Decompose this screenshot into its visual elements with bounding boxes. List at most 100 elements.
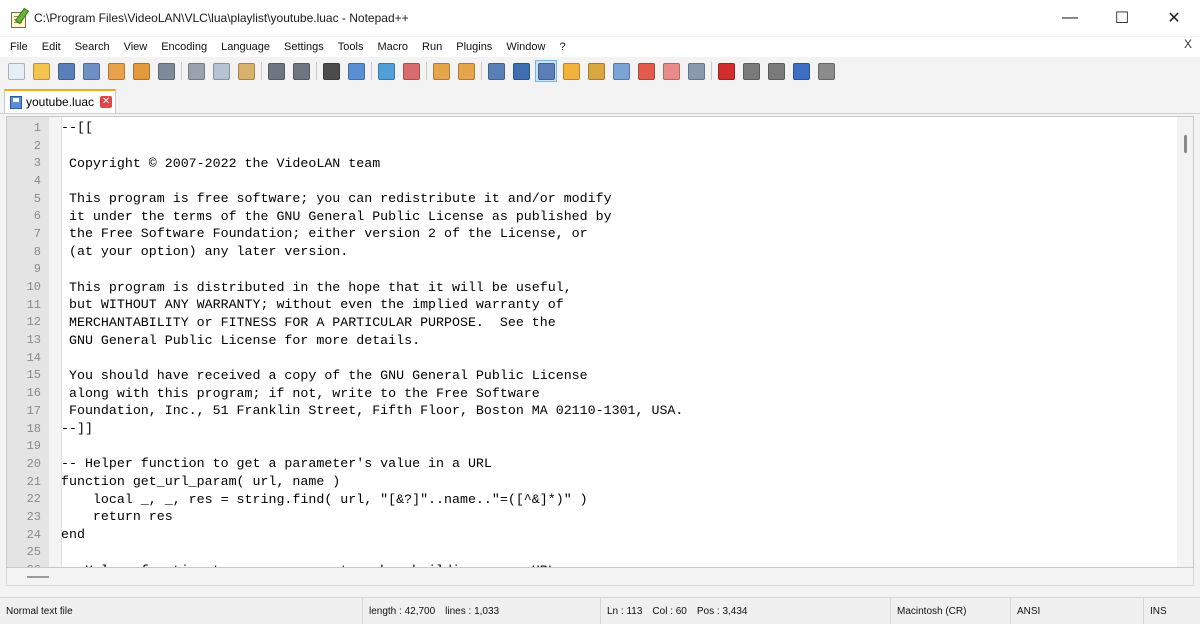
monitoring-button[interactable] [686, 61, 706, 81]
cut-button[interactable] [186, 61, 206, 81]
menu-file[interactable]: File [0, 41, 35, 53]
menu-encoding[interactable]: Encoding [151, 41, 214, 53]
undo-button[interactable] [266, 61, 286, 81]
code-line[interactable]: 11 but WITHOUT ANY WARRANTY; without eve… [7, 296, 1177, 314]
run-multiple-button[interactable] [791, 61, 811, 81]
code-line[interactable]: 26-- Helper function to copy a parameter… [7, 561, 1177, 567]
save-macro-button[interactable] [816, 61, 836, 81]
status-file-type: Normal text file [6, 605, 73, 617]
code-line[interactable]: 10 This program is distributed in the ho… [7, 278, 1177, 296]
doc-map-button[interactable] [586, 61, 606, 81]
copy-button[interactable] [211, 61, 231, 81]
menu-help[interactable]: ? [549, 41, 572, 53]
find-button[interactable] [321, 61, 341, 81]
replace-button[interactable] [346, 61, 366, 81]
code-text: return res [61, 509, 173, 525]
code-line[interactable]: 1 --[[ [7, 119, 1177, 137]
open-file-button[interactable] [31, 61, 51, 81]
folder-workspace-icon [662, 62, 680, 80]
line-number: 15 [26, 368, 41, 383]
menu-language[interactable]: Language [211, 41, 277, 53]
code-line[interactable]: 20 -- Helper function to get a parameter'… [7, 455, 1177, 473]
menu-macro[interactable]: Macro [367, 41, 415, 53]
save-button[interactable] [56, 61, 76, 81]
code-line[interactable]: 6 it under the terms of the GNU General … [7, 207, 1177, 225]
title-bar[interactable]: C:\Program Files\VideoLAN\VLC\lua\playli… [0, 0, 1200, 36]
redo-button[interactable] [291, 61, 311, 81]
zoom-in-button[interactable] [376, 61, 396, 81]
vertical-scrollbar[interactable] [1177, 117, 1193, 567]
sync-vertical-button[interactable] [431, 61, 451, 81]
code-line[interactable]: 12 MERCHANTABILITY or FITNESS FOR A PART… [7, 314, 1177, 332]
folder-workspace-button[interactable] [661, 61, 681, 81]
redo-icon [292, 62, 310, 80]
code-line[interactable]: 15 You should have received a copy of th… [7, 367, 1177, 385]
code-line[interactable]: 8 (at your option) any later version. [7, 243, 1177, 261]
zoom-out-button[interactable] [401, 61, 421, 81]
code-line[interactable]: 4 [7, 172, 1177, 190]
line-number: 23 [26, 509, 41, 524]
paste-button[interactable] [236, 61, 256, 81]
menu-tools[interactable]: Tools [328, 41, 371, 53]
code-line[interactable]: 25 [7, 544, 1177, 562]
code-line[interactable]: 18 --]] [7, 420, 1177, 438]
menu-run[interactable]: Run [412, 41, 449, 53]
indent-guide-button[interactable] [535, 60, 557, 82]
code-line[interactable]: 21 function get_url_param( url, name ) [7, 473, 1177, 491]
show-all-chars-button[interactable] [511, 61, 531, 81]
status-eol: Macintosh (CR) [890, 598, 1010, 624]
menu-plugins[interactable]: Plugins [446, 41, 499, 53]
run-multiple-icon [792, 62, 810, 80]
code-line[interactable]: 24 end [7, 526, 1177, 544]
line-number: 7 [33, 226, 41, 241]
word-wrap-button[interactable] [486, 61, 506, 81]
vertical-scroll-thumb[interactable] [1184, 135, 1187, 153]
playback-button[interactable] [766, 61, 786, 81]
stop-record-button[interactable] [741, 61, 761, 81]
code-line[interactable]: 16 along with this program; if not, writ… [7, 384, 1177, 402]
sync-horizontal-button[interactable] [456, 61, 476, 81]
toolbar-separator [426, 62, 427, 80]
close-button[interactable] [106, 61, 126, 81]
code-line[interactable]: 19 [7, 437, 1177, 455]
minimize-button[interactable]: — [1044, 0, 1096, 36]
menu-settings[interactable]: Settings [274, 41, 331, 53]
code-line[interactable]: 3 Copyright © 2007-2022 the VideoLAN tea… [7, 154, 1177, 172]
code-line[interactable]: 14 [7, 349, 1177, 367]
new-file-button[interactable] [6, 61, 26, 81]
status-col: Col : 60 [652, 605, 687, 617]
code-line[interactable]: 5 This program is free software; you can… [7, 190, 1177, 208]
record-macro-button[interactable] [716, 61, 736, 81]
function-list-button[interactable] [636, 61, 656, 81]
code-line[interactable]: 22 local _, _, res = string.find( url, "… [7, 490, 1177, 508]
menu-view[interactable]: View [114, 41, 155, 53]
menu-search[interactable]: Search [65, 41, 117, 53]
code-line[interactable]: 13 GNU General Public License for more d… [7, 331, 1177, 349]
horizontal-scroll-thumb[interactable] [27, 576, 49, 578]
save-all-button[interactable] [81, 61, 101, 81]
close-all-button[interactable] [131, 61, 151, 81]
code-line[interactable]: 7 the Free Software Foundation; either v… [7, 225, 1177, 243]
code-line[interactable]: 17 Foundation, Inc., 51 Franklin Street,… [7, 402, 1177, 420]
editor-area[interactable]: 1 --[[2 3 Copyright © 2007-2022 the VideoL… [6, 116, 1194, 568]
close-all-icon [132, 62, 150, 80]
code-text: This program is free software; you can r… [61, 191, 612, 207]
tab-close-icon[interactable]: ✕ [100, 96, 113, 108]
menu-edit[interactable]: Edit [32, 41, 68, 53]
udl-button[interactable] [561, 61, 581, 81]
save-macro-icon [817, 62, 835, 80]
menu-window[interactable]: Window [496, 41, 552, 53]
notepadpp-window: C:\Program Files\VideoLAN\VLC\lua\playli… [0, 0, 1200, 624]
horizontal-scrollbar[interactable] [6, 568, 1194, 586]
function-list-icon [637, 62, 655, 80]
maximize-button[interactable]: ☐ [1096, 0, 1148, 36]
close-window-button[interactable]: ✕ [1148, 0, 1200, 36]
tab-youtube-luac[interactable]: youtube.luac ✕ [4, 89, 116, 113]
doc-list-button[interactable] [611, 61, 631, 81]
code-text: -- Helper function to get a parameter's … [61, 456, 492, 472]
close-document-button[interactable]: X [1184, 37, 1192, 51]
print-button[interactable] [156, 61, 176, 81]
code-line[interactable]: 23 return res [7, 508, 1177, 526]
code-line[interactable]: 2 [7, 137, 1177, 155]
code-line[interactable]: 9 [7, 261, 1177, 279]
